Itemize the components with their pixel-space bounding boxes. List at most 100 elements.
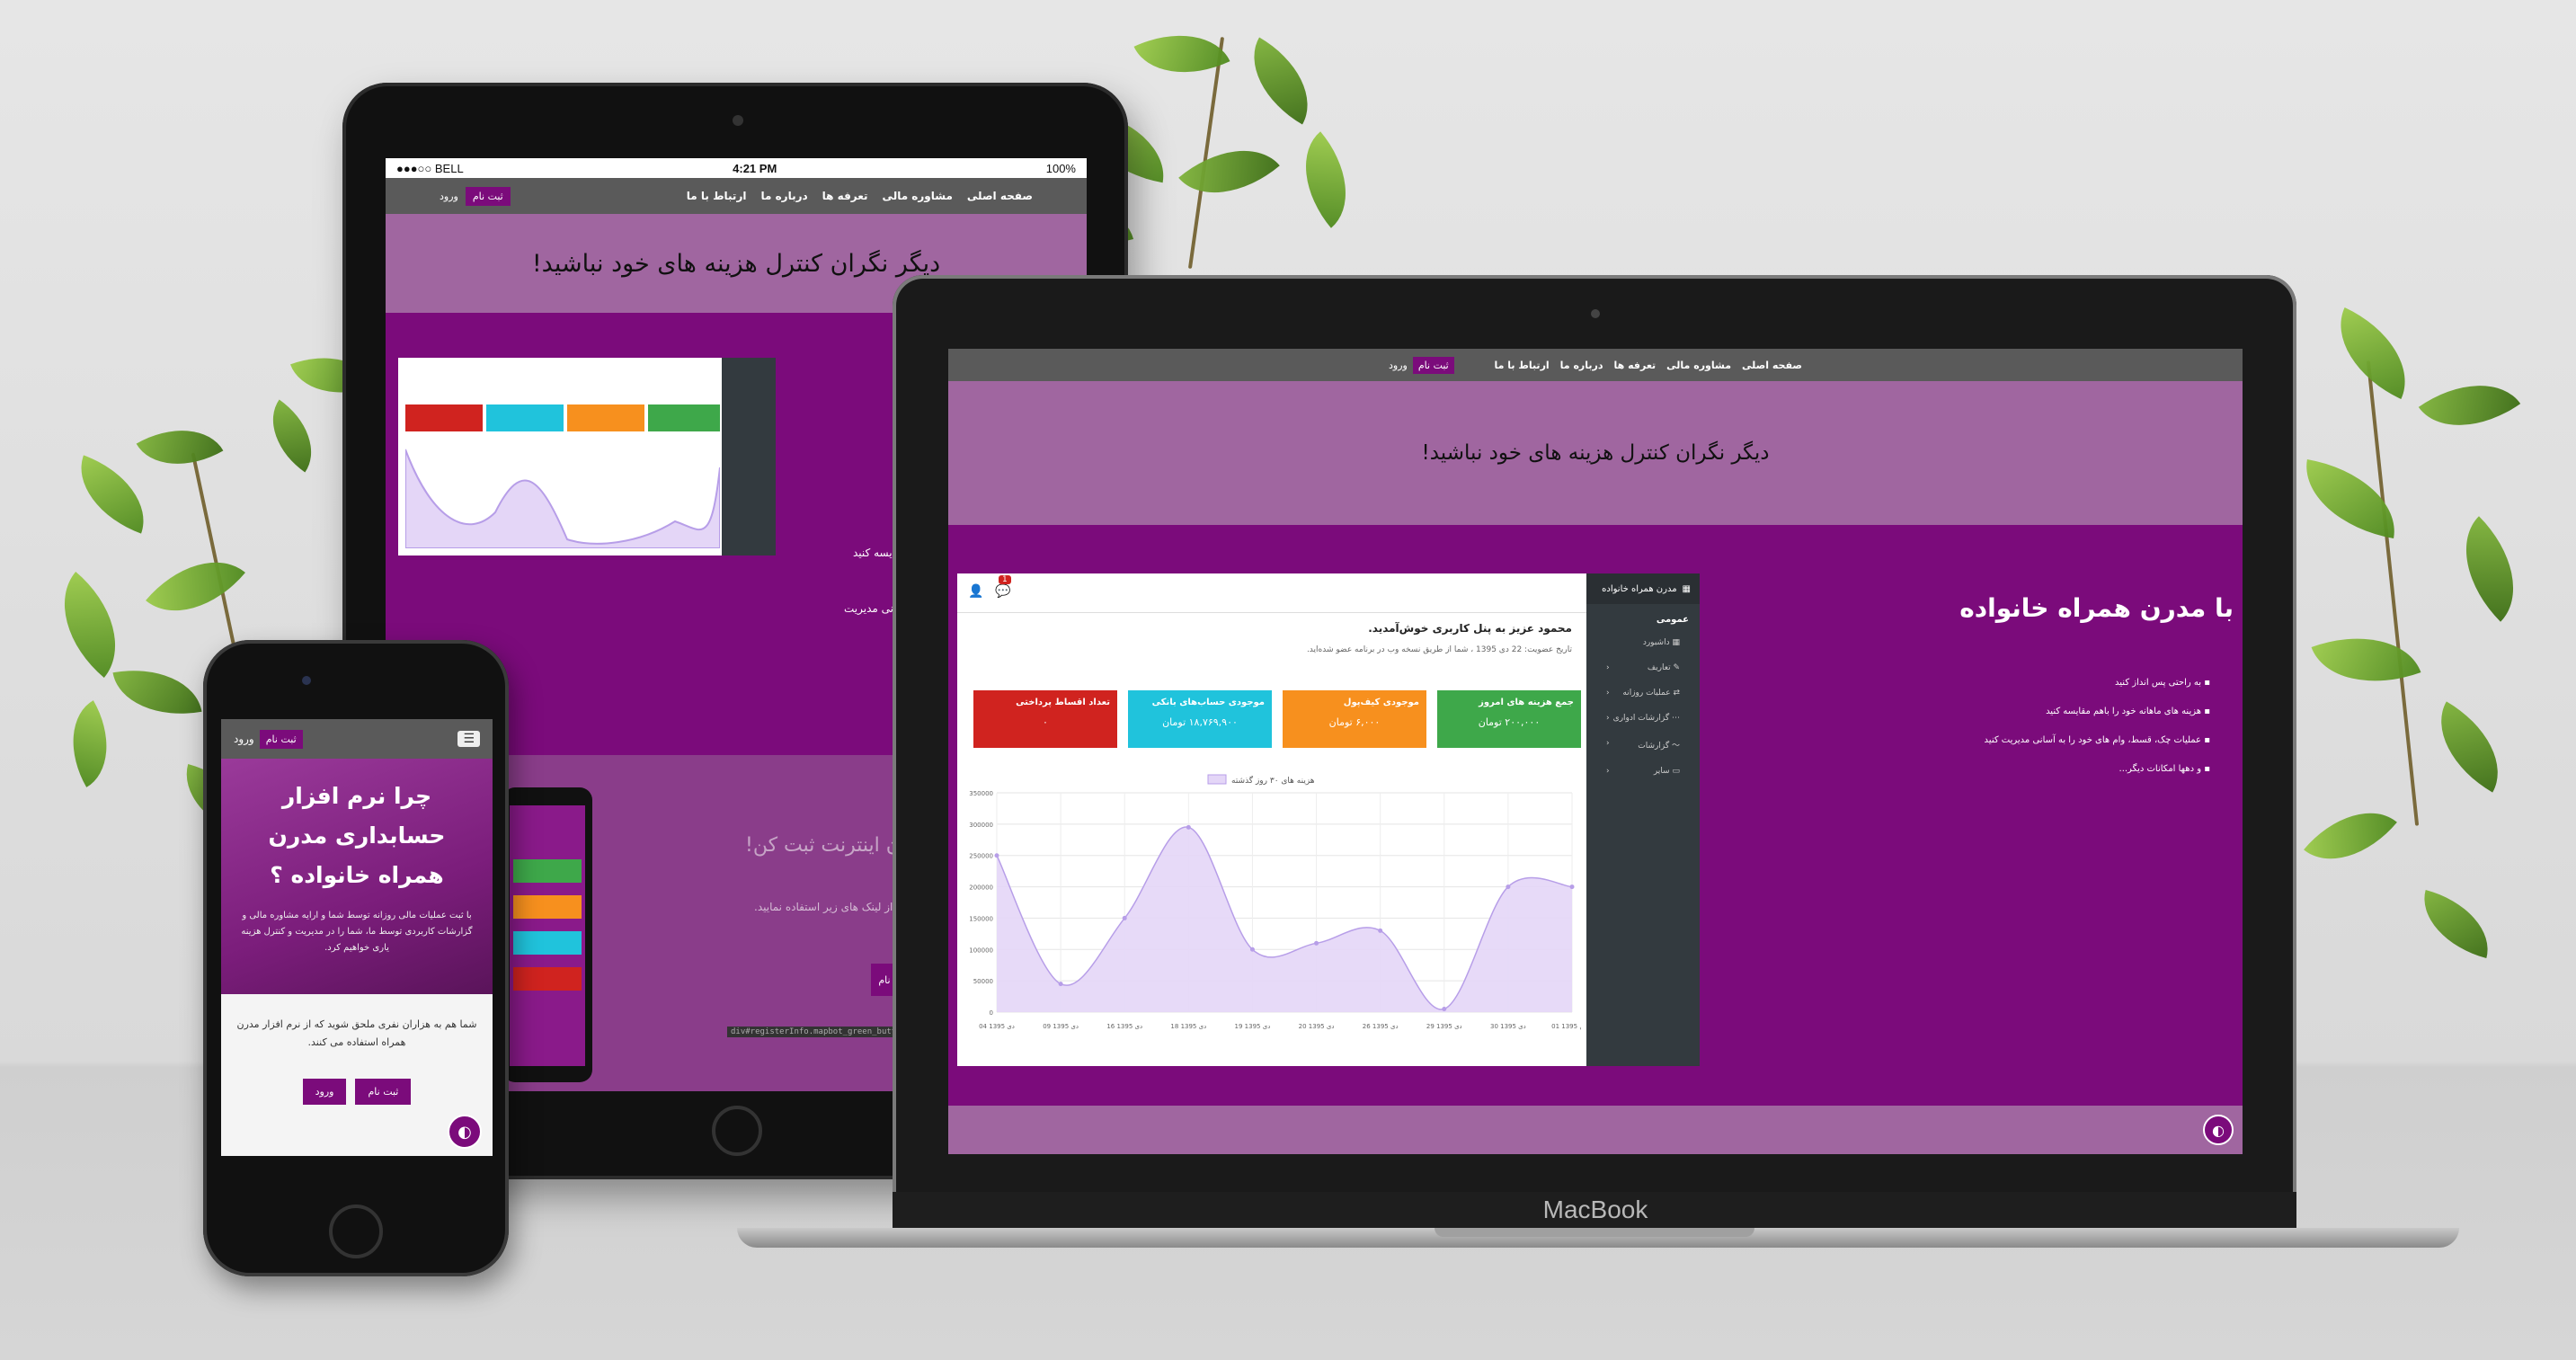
chart-x-tick-label: 16 دی 1395 xyxy=(1106,1023,1142,1030)
dashboard-icon: ▦ xyxy=(1672,638,1680,647)
sidebar-item-periodic-reports[interactable]: ⋯ گزارشات ادواری ‹ xyxy=(1586,706,1700,731)
sidebar-item-definitions[interactable]: ✎ تعاریف ‹ xyxy=(1586,655,1700,680)
chart-data-point xyxy=(1569,884,1575,890)
laptop-camera xyxy=(1591,309,1600,318)
phone-chat-widget-button[interactable]: ◐ xyxy=(448,1115,482,1149)
feature-item: ▪ عملیات چک، قسط، وام های خود را به آسان… xyxy=(1984,735,2210,745)
phone-signup-button[interactable]: ثبت نام xyxy=(355,1079,412,1105)
chart-data-point xyxy=(1249,947,1255,952)
welcome-text: محمود عزیز به پنل کاربری خوش‌آمدید. xyxy=(1368,622,1572,635)
signup-button[interactable]: ثبت نام xyxy=(1412,356,1454,374)
chevron-left-icon: ‹ xyxy=(1606,739,1610,748)
sidebar-brand[interactable]: ▦ مدرن همراه خانواده xyxy=(1586,573,1700,604)
phone-hero-description: با ثبت عملیات مالی روزانه توسط شما و ارا… xyxy=(241,911,473,953)
signup-button[interactable]: ثبت نام xyxy=(465,186,511,206)
laptop-brand-label: MacBook xyxy=(1542,1196,1648,1223)
laptop-screen: صفحه اصلی مشاوره مالی تعرفه ها درباره ما… xyxy=(948,349,2243,1154)
definitions-icon: ✎ xyxy=(1673,663,1680,672)
phone-navbar: ☰ ثبت نام ورود xyxy=(221,719,493,759)
chart-x-tick-label: 09 دی 1395 xyxy=(1043,1023,1079,1030)
chart-x-tick-label: 29 دی 1395 xyxy=(1426,1023,1462,1030)
feature-title: با مدرن همراه خانواده xyxy=(1959,593,2234,623)
nav-tariffs[interactable]: تعرفه ها xyxy=(822,190,868,202)
feature-item: ▪ به راحتی پس انداز کنید xyxy=(2115,678,2210,688)
hero-title: دیگر نگران کنترل هزینه های خود نباشید! xyxy=(1421,441,1770,465)
phone-screen: ☰ ثبت نام ورود چرا نرم افزار حسابداری مد… xyxy=(221,719,493,1156)
chat-bubble-icon: ◐ xyxy=(457,1122,472,1142)
sidebar-item-reports[interactable]: 〜 گزارشات ‹ xyxy=(1586,731,1700,759)
tablet-section2-title: ون اینترنت ثبت کن! xyxy=(745,834,910,857)
feature-list: ▪ به راحتی پس انداز کنید ▪ هزینه های ماه… xyxy=(1976,669,2210,784)
trend-icon: 〜 xyxy=(1671,742,1680,751)
sidebar-header: عمومی xyxy=(1656,615,1689,625)
laptop-notch xyxy=(1435,1228,1754,1237)
user-icon[interactable]: 👤 xyxy=(968,584,983,599)
card-today-expense[interactable]: جمع هزینه های امروز ۲۰۰,۰۰۰ تومان xyxy=(1437,690,1581,748)
chart-y-tick-label: 0 xyxy=(990,1009,993,1017)
tablet-section2-text: از لینک های زیر استفاده نمایید. xyxy=(754,901,893,913)
chart-x-tick-label: 19 دی 1395 xyxy=(1235,1023,1271,1030)
chart-x-tick-label: 01 بهمن 1395 xyxy=(1551,1023,1581,1030)
sidebar-brand-label: مدرن همراه خانواده xyxy=(1602,583,1677,594)
chart-area-fill xyxy=(997,827,1572,1012)
chart-legend-swatch xyxy=(1207,774,1227,785)
tablet-phone-graphic xyxy=(502,787,592,1082)
tablet-dashboard-preview xyxy=(398,358,776,556)
chart-data-point xyxy=(1378,928,1383,933)
chat-bubble-icon: ◐ xyxy=(2212,1121,2225,1139)
phone-camera xyxy=(302,676,311,685)
nav-advice[interactable]: مشاوره مالی xyxy=(1666,360,1731,371)
card-installments[interactable]: تعداد اقساط پرداختی ۰ xyxy=(973,690,1117,748)
statusbar-time: 4:21 PM xyxy=(733,161,777,175)
nav-about[interactable]: درباره ما xyxy=(760,190,807,202)
card-bank-accounts[interactable]: موجودی حساب‌های بانکی ۱۸,۷۶۹,۹۰۰ تومان xyxy=(1128,690,1272,748)
hamburger-menu-icon[interactable]: ☰ xyxy=(457,731,480,747)
chat-icon[interactable]: 💬 xyxy=(995,584,1010,599)
card-wallet[interactable]: موجودی کیف‌پول ۶,۰۰۰ تومان xyxy=(1283,690,1426,748)
member-since-text: تاریخ عضویت: 22 دی 1395 ، شما از طریق نس… xyxy=(1306,645,1572,654)
chart-data-point xyxy=(1122,915,1127,920)
chart-legend-label: هزینه های ۳۰ روز گذشته xyxy=(1231,775,1315,786)
sidebar-item-daily-ops[interactable]: ⇄ عملیات روزانه ‹ xyxy=(1586,680,1700,706)
nav-tariffs[interactable]: تعرفه ها xyxy=(1614,360,1657,371)
chart-y-tick-label: 150000 xyxy=(969,915,993,922)
signup-button[interactable]: ثبت نام xyxy=(259,729,303,749)
tablet-statusbar: ●●●○○ BELL 4:21 PM 100% xyxy=(386,158,1087,178)
nav-about[interactable]: درباره ما xyxy=(1560,360,1603,371)
tablet-camera xyxy=(733,115,743,126)
nav-contact[interactable]: ارتباط با ما xyxy=(1495,360,1550,371)
nav-home[interactable]: صفحه اصلی xyxy=(1742,360,1802,371)
operations-icon: ⇄ xyxy=(1673,689,1680,698)
laptop-hero: دیگر نگران کنترل هزینه های خود نباشید! xyxy=(948,381,2243,525)
nav-advice[interactable]: مشاوره مالی xyxy=(883,190,953,202)
phone-login-button[interactable]: ورود xyxy=(302,1079,347,1105)
chevron-left-icon: ‹ xyxy=(1606,663,1610,672)
chart-x-tick-label: 20 دی 1395 xyxy=(1299,1023,1335,1030)
login-link[interactable]: ورود xyxy=(440,191,458,202)
hero-title: دیگر نگران کنترل هزینه های خود نباشید! xyxy=(531,249,941,278)
sidebar-item-dashboard[interactable]: ▦ داشبورد xyxy=(1586,630,1700,655)
tablet-home-button[interactable] xyxy=(712,1106,762,1156)
sidebar-item-other[interactable]: ▭ سایر ‹ xyxy=(1586,759,1700,784)
nav-home[interactable]: صفحه اصلی xyxy=(967,190,1033,202)
chart-icon: ⋯ xyxy=(1672,714,1680,723)
chat-widget-button[interactable]: ◐ xyxy=(2203,1115,2234,1145)
dashboard-sidebar: ▦ مدرن همراه خانواده عمومی ▦ داشبورد ✎ ت… xyxy=(1586,573,1700,1066)
feature-item: ▪ هزینه های ماهانه خود را باهم مقایسه کن… xyxy=(2046,707,2210,716)
chart-x-tick-label: 18 دی 1395 xyxy=(1170,1023,1206,1030)
login-link[interactable]: ورود xyxy=(234,733,254,745)
login-link[interactable]: ورود xyxy=(1389,360,1408,371)
phone-home-button[interactable] xyxy=(329,1204,383,1258)
phone-cta-text: شما هم به هزاران نفری ملحق شوید که از نر… xyxy=(236,1018,477,1048)
chart-data-point xyxy=(1442,1007,1447,1012)
feature-item: ▪ و دهها امکانات دیگر... xyxy=(2119,764,2210,774)
chart-data-point xyxy=(1186,824,1191,830)
chevron-left-icon: ‹ xyxy=(1606,767,1610,776)
tablet-navbar: صفحه اصلی مشاوره مالی تعرفه ها درباره ما… xyxy=(386,178,1087,214)
chart-data-point xyxy=(1314,940,1319,946)
chart-x-tick-label: 30 دی 1395 xyxy=(1490,1023,1526,1030)
nav-contact[interactable]: ارتباط با ما xyxy=(687,190,747,202)
notification-badge: 1 xyxy=(999,575,1011,584)
dashboard-grid-icon: ▦ xyxy=(1682,583,1691,594)
chart-y-tick-label: 100000 xyxy=(969,947,993,954)
